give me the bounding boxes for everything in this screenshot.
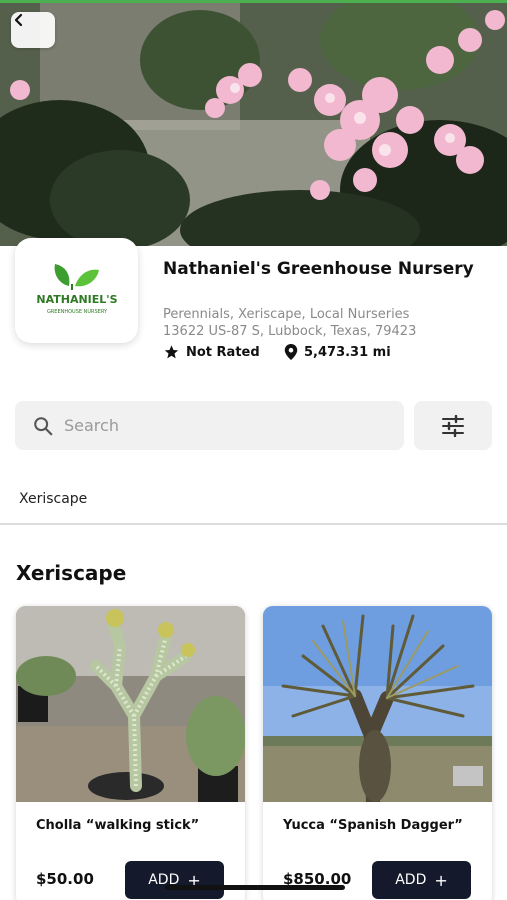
tab-divider — [0, 523, 507, 525]
product-name: Cholla “walking stick” — [36, 818, 200, 833]
product-card[interactable]: Cholla “walking stick” $50.00 ADD + — [16, 606, 245, 900]
distance-label: 5,473.31 mi — [304, 344, 391, 360]
location-pin-icon — [284, 344, 298, 360]
svg-text:GREENHOUSE NURSERY: GREENHOUSE NURSERY — [46, 309, 107, 315]
plus-icon: + — [434, 870, 448, 890]
product-price: $50.00 — [36, 870, 94, 888]
product-image — [16, 606, 245, 802]
back-button[interactable] — [11, 12, 55, 48]
hero-photo — [0, 0, 507, 246]
rating-label: Not Rated — [186, 344, 260, 360]
store-name: Nathaniel's Greenhouse Nursery — [163, 259, 474, 279]
tab-xeriscape[interactable]: Xeriscape — [19, 491, 87, 507]
home-indicator[interactable] — [165, 885, 345, 890]
add-to-cart-button[interactable]: ADD + — [372, 861, 471, 899]
product-image — [263, 606, 492, 802]
add-to-cart-button[interactable]: ADD + — [125, 861, 224, 899]
add-button-label: ADD — [395, 872, 427, 888]
search-icon — [34, 416, 53, 435]
search-bar[interactable] — [15, 401, 404, 450]
nursery-logo-image: NATHANIEL'S GREENHOUSE NURSERY — [34, 263, 119, 315]
store-logo: NATHANIEL'S GREENHOUSE NURSERY — [15, 238, 138, 343]
chevron-left-icon — [14, 13, 23, 27]
product-card[interactable]: Yucca “Spanish Dagger” $850.00 ADD + — [263, 606, 492, 900]
store-rating: Not Rated — [163, 344, 260, 360]
product-name: Yucca “Spanish Dagger” — [283, 818, 463, 833]
accent-line — [0, 0, 507, 3]
section-title: Xeriscape — [16, 561, 127, 585]
sliders-icon — [442, 414, 464, 437]
store-address: 13622 US-87 S, Lubbock, Texas, 79423 — [163, 324, 417, 339]
hero-banner — [0, 0, 507, 246]
search-input[interactable] — [64, 416, 364, 435]
star-icon — [164, 345, 179, 359]
svg-text:NATHANIEL'S: NATHANIEL'S — [36, 293, 117, 306]
store-categories: Perennials, Xeriscape, Local Nurseries — [163, 307, 410, 322]
filter-button[interactable] — [414, 401, 492, 450]
store-distance: 5,473.31 mi — [284, 344, 391, 360]
